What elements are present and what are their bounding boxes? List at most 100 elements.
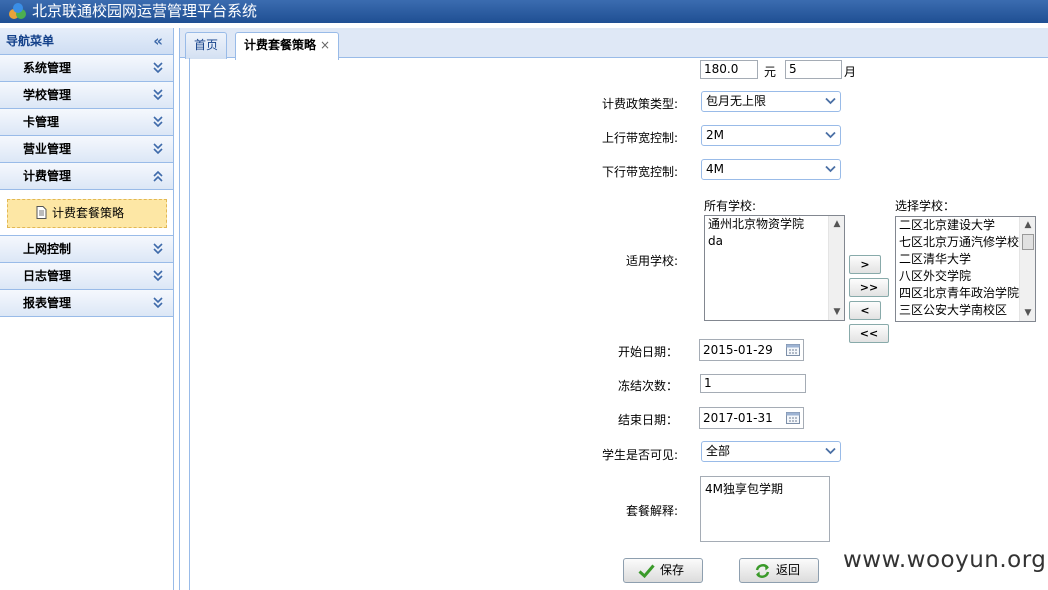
start-date-value: 2015-01-29 xyxy=(703,343,773,357)
list-item[interactable]: 通州北京物资学院 xyxy=(705,216,844,233)
app-logo-icon xyxy=(9,3,26,19)
end-date-label: 结束日期： xyxy=(617,413,678,427)
list-item[interactable]: 七区北京万通汽修学校 xyxy=(896,234,1035,251)
list-item[interactable]: 四区北京青年政治学院 xyxy=(896,285,1035,302)
tab-bar: 首页 计费套餐策略 × xyxy=(180,28,1048,60)
policy-type-label: 计费政策类型: xyxy=(601,97,678,111)
schools-label: 适用学校: xyxy=(625,254,678,268)
sidebar-item-label: 卡管理 xyxy=(23,115,60,129)
sidebar-item-label: 上网控制 xyxy=(23,242,72,256)
end-date-input[interactable]: 2017-01-31 xyxy=(699,407,804,429)
start-date-input[interactable]: 2015-01-29 xyxy=(699,339,804,361)
list-item[interactable]: 二区清华大学 xyxy=(896,251,1035,268)
list-item[interactable]: 三区公安大学南校区 xyxy=(896,302,1035,319)
watermark: www.wooyun.org xyxy=(843,547,1047,573)
chevron-down-icon xyxy=(153,62,163,74)
sidebar-item-label: 日志管理 xyxy=(23,269,72,283)
upload-bw-select[interactable]: 2M xyxy=(701,125,841,146)
student-visible-value: 全部 xyxy=(706,444,731,458)
price-input[interactable]: 180.0 xyxy=(700,60,758,79)
sidebar-item-label: 计费管理 xyxy=(23,169,72,183)
chevron-down-icon xyxy=(153,297,163,309)
upload-bw-value: 2M xyxy=(706,128,724,142)
sidebar-item-label: 营业管理 xyxy=(23,142,72,156)
chevron-down-icon xyxy=(825,97,836,105)
sidebar-item-internet[interactable]: 上网控制 xyxy=(0,236,173,263)
chevron-down-icon xyxy=(153,243,163,255)
chevron-down-icon xyxy=(153,116,163,128)
freeze-count-input[interactable]: 1 xyxy=(700,374,806,393)
sidebar-item-system[interactable]: 系统管理 xyxy=(0,55,173,82)
document-icon xyxy=(36,206,47,219)
sidebar-item-reports[interactable]: 报表管理 xyxy=(0,290,173,317)
description-label: 套餐解释: xyxy=(625,504,678,518)
scrollbar[interactable]: ▲ ▼ xyxy=(1019,217,1035,321)
scrollbar[interactable]: ▲ ▼ xyxy=(828,216,844,320)
move-left-button[interactable]: < xyxy=(849,301,881,320)
scroll-up-icon[interactable]: ▲ xyxy=(1020,217,1035,233)
title-bar: 北京联通校园网运营管理平台系统 xyxy=(0,0,1048,23)
refresh-icon xyxy=(755,564,770,578)
sidebar-item-logs[interactable]: 日志管理 xyxy=(0,263,173,290)
description-textarea[interactable]: 4M独享包学期 xyxy=(700,476,830,542)
form-area: 180.0 元 5 月 计费政策类型: 包月无上限 上行带宽控制: 2M 下行带… xyxy=(180,58,1048,590)
sidebar-item-school[interactable]: 学校管理 xyxy=(0,82,173,109)
freeze-count-label: 冻结次数： xyxy=(617,379,678,393)
tab-label: 计费套餐策略 xyxy=(244,38,317,52)
list-item[interactable]: 二区北京建设大学 xyxy=(896,217,1035,234)
student-visible-select[interactable]: 全部 xyxy=(701,441,841,462)
download-bw-select[interactable]: 4M xyxy=(701,159,841,180)
divider xyxy=(189,58,190,590)
chevron-down-icon xyxy=(825,447,836,455)
move-right-button[interactable]: > xyxy=(849,255,881,274)
close-tab-icon[interactable]: × xyxy=(320,38,330,52)
sidebar-item-billing[interactable]: 计费管理 xyxy=(0,163,173,190)
tab-home[interactable]: 首页 xyxy=(185,32,228,59)
sidebar-item-business[interactable]: 营业管理 xyxy=(0,136,173,163)
calendar-icon[interactable] xyxy=(786,343,800,356)
policy-type-value: 包月无上限 xyxy=(706,94,767,108)
back-button-label: 返回 xyxy=(776,563,801,577)
chevron-down-icon xyxy=(153,143,163,155)
scroll-up-icon[interactable]: ▲ xyxy=(829,216,844,232)
chevron-down-icon xyxy=(153,89,163,101)
tab-billing-plan[interactable]: 计费套餐策略 × xyxy=(235,32,340,60)
collapse-sidebar-icon[interactable]: « xyxy=(153,28,163,55)
download-bw-value: 4M xyxy=(706,162,724,176)
chevron-down-icon xyxy=(153,270,163,282)
start-date-label: 开始日期： xyxy=(617,345,678,359)
sidebar-subitem-label: 计费套餐策略 xyxy=(52,206,125,220)
scroll-thumb[interactable] xyxy=(1022,234,1034,250)
sidebar-item-label: 报表管理 xyxy=(23,296,72,310)
list-item[interactable]: da xyxy=(705,233,844,250)
all-schools-label: 所有学校: xyxy=(704,199,757,213)
sidebar-item-label: 系统管理 xyxy=(23,61,72,75)
policy-type-select[interactable]: 包月无上限 xyxy=(701,91,841,112)
chevron-down-icon xyxy=(825,131,836,139)
back-button[interactable]: 返回 xyxy=(739,558,819,583)
save-button[interactable]: 保存 xyxy=(623,558,703,583)
all-schools-list[interactable]: 通州北京物资学院 da ▲ ▼ xyxy=(704,215,845,321)
upload-bw-label: 上行带宽控制: xyxy=(601,131,678,145)
selected-schools-label: 选择学校： xyxy=(895,199,956,213)
save-button-label: 保存 xyxy=(660,563,685,577)
sidebar: 导航菜单 « 系统管理 学校管理 卡管理 营业管理 计费管理 计费套餐策略 上网… xyxy=(0,28,174,590)
calendar-icon[interactable] xyxy=(786,411,800,424)
chevron-up-icon xyxy=(153,170,163,182)
months-input[interactable]: 5 xyxy=(785,60,842,79)
list-item[interactable]: 八区外交学院 xyxy=(896,268,1035,285)
billing-submenu: 计费套餐策略 xyxy=(0,190,173,236)
nav-header-label: 导航菜单 xyxy=(6,34,55,48)
sidebar-subitem-billing-plan[interactable]: 计费套餐策略 xyxy=(7,199,167,228)
checkmark-icon xyxy=(638,564,655,579)
move-all-left-button[interactable]: << xyxy=(849,324,889,343)
scroll-down-icon[interactable]: ▼ xyxy=(829,304,844,320)
scroll-down-icon[interactable]: ▼ xyxy=(1020,305,1035,321)
end-date-value: 2017-01-31 xyxy=(703,411,773,425)
download-bw-label: 下行带宽控制: xyxy=(601,165,678,179)
sidebar-item-card[interactable]: 卡管理 xyxy=(0,109,173,136)
move-all-right-button[interactable]: >> xyxy=(849,278,889,297)
selected-schools-list[interactable]: 二区北京建设大学 七区北京万通汽修学校 二区清华大学 八区外交学院 四区北京青年… xyxy=(895,216,1036,322)
tab-label: 首页 xyxy=(194,38,219,52)
months-unit: 月 xyxy=(844,65,857,79)
